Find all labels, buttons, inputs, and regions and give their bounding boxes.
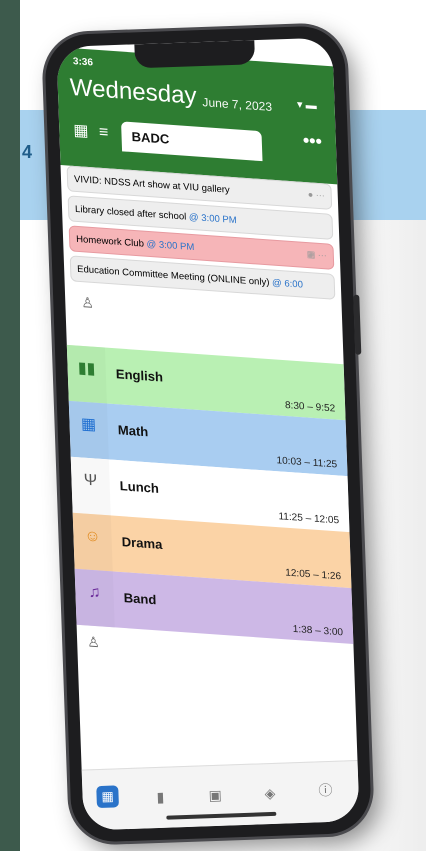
utensils-icon: Ψ — [83, 471, 98, 490]
periods-list: ▮▮ English 8:30 – 9:52 ▦ Math 10:03 – 11… — [66, 344, 355, 678]
day-title: Wednesday — [69, 73, 197, 110]
book-tab-icon[interactable]: ▮ — [156, 789, 164, 806]
period-name: Drama — [121, 534, 163, 552]
phone-mockup: 3:36 ▾ ▬ Wednesday June 7, 2023 ▦ ≡ BADC… — [43, 25, 373, 843]
event-title: Library closed after school — [74, 203, 190, 223]
event-title: VIVID: NDSS Art show at VIU gallery — [73, 173, 230, 196]
person-icon: ♙ — [86, 633, 101, 651]
period-time: 11:25 – 12:05 — [278, 511, 340, 527]
bottom-tab-bar: ▦ ▮ ▣ ◈ ⓘ — [81, 759, 360, 831]
list-icon[interactable]: ≡ — [99, 124, 109, 142]
masks-icon: ☺ — [84, 527, 102, 546]
period-name: Lunch — [119, 478, 160, 496]
event-time: @ 3:00 PM — [146, 238, 195, 254]
period-name: English — [115, 366, 164, 385]
grid-icon: ▦ — [80, 415, 97, 434]
phone-screen: 3:36 ▾ ▬ Wednesday June 7, 2023 ▦ ≡ BADC… — [56, 37, 360, 831]
events-list: VIVID: NDSS Art show at VIU gallery ● ··… — [66, 165, 337, 337]
period-name: Band — [123, 590, 157, 608]
notch — [134, 40, 256, 69]
tab-badc[interactable]: BADC — [121, 121, 263, 162]
person-icon: ♙ — [81, 294, 95, 311]
event-title: Education Committee Meeting (ONLINE only… — [76, 263, 273, 289]
dice-tab-icon[interactable]: ◈ — [264, 785, 275, 802]
header-icons: ▦ ≡ — [73, 120, 115, 143]
period-time: 12:05 – 1:26 — [285, 567, 342, 583]
calendar-icon[interactable]: ▦ — [73, 122, 89, 140]
event-icon: ▦ ··· — [306, 248, 328, 261]
app-header: 3:36 ▾ ▬ Wednesday June 7, 2023 ▦ ≡ BADC… — [56, 47, 338, 185]
info-tab-icon[interactable]: ⓘ — [318, 780, 333, 800]
more-icon[interactable]: ••• — [303, 130, 323, 152]
home-indicator — [166, 811, 277, 820]
calendar-tab-icon[interactable]: ▣ — [208, 787, 222, 804]
period-time: 1:38 – 3:00 — [292, 623, 344, 639]
event-time: @ 6:00 — [271, 277, 304, 291]
today-tab-icon[interactable]: ▦ — [96, 785, 119, 809]
period-name: Math — [117, 422, 149, 440]
band-icon: ♫ — [88, 583, 101, 602]
event-icon: ● ··· — [307, 189, 325, 201]
schedule-content: VIVID: NDSS Art show at VIU gallery ● ··… — [61, 165, 359, 790]
book-icon: ▮▮ — [77, 359, 96, 378]
background-strip — [0, 0, 20, 851]
event-time: @ 3:00 PM — [188, 211, 237, 227]
status-icons: ▾ ▬ — [296, 98, 317, 113]
date-label: June 7, 2023 — [202, 95, 273, 114]
period-time: 10:03 – 11:25 — [276, 455, 338, 471]
event-title: Homework Club — [75, 233, 147, 250]
period-time: 8:30 – 9:52 — [284, 399, 336, 415]
band-mark: 4 — [22, 142, 33, 162]
status-time: 3:36 — [72, 56, 94, 69]
